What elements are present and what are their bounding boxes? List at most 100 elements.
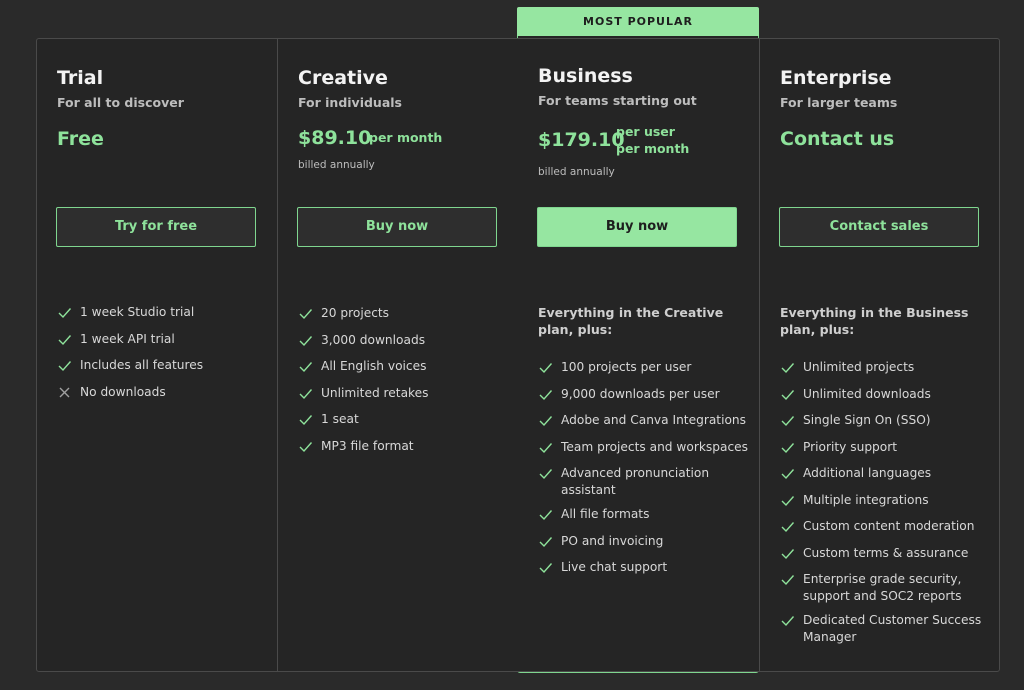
try-for-free-button[interactable]: Try for free bbox=[56, 207, 256, 247]
feature-text: Additional languages bbox=[803, 466, 932, 480]
feature-text: Custom terms & assurance bbox=[803, 545, 969, 560]
check-icon bbox=[539, 469, 553, 480]
plan-subtitle: For individuals bbox=[298, 95, 402, 110]
feature-text: Priority support bbox=[803, 439, 898, 454]
list-item: Includes all features bbox=[57, 357, 267, 374]
check-icon bbox=[299, 362, 313, 373]
list-item: Team projects and workspaces bbox=[538, 439, 748, 456]
list-item: Advanced pronunciation assistant bbox=[538, 465, 748, 499]
feature-text: Advanced pronunciation assistant bbox=[561, 466, 710, 497]
feature-text: Single Sign On (SSO) bbox=[803, 413, 931, 427]
check-icon bbox=[781, 442, 795, 453]
feature-list: 1 week Studio trial 1 week API trial Inc… bbox=[57, 304, 267, 401]
feature-text: 9,000 downloads per user bbox=[561, 386, 720, 401]
feature-text: Unlimited projects bbox=[803, 360, 915, 374]
feature-text: 1 week Studio trial bbox=[80, 305, 195, 319]
plan-name: Enterprise bbox=[780, 67, 892, 89]
feature-list: 100 projects per user 9,000 downloads pe… bbox=[538, 359, 748, 576]
plan-name: Trial bbox=[57, 67, 104, 89]
plan-price: $89.10 bbox=[298, 127, 372, 149]
feature-text: PO and invoicing bbox=[561, 533, 664, 548]
check-icon bbox=[781, 363, 795, 374]
list-item: Priority support bbox=[780, 439, 990, 456]
list-item: PO and invoicing bbox=[538, 533, 748, 550]
contact-sales-button[interactable]: Contact sales bbox=[779, 207, 979, 247]
plan-name: Creative bbox=[298, 67, 388, 89]
list-item: 9,000 downloads per user bbox=[538, 386, 748, 403]
buy-now-button[interactable]: Buy now bbox=[297, 207, 497, 247]
feature-text: No downloads bbox=[80, 384, 166, 399]
plan-subtitle: For teams starting out bbox=[538, 93, 697, 108]
feature-text: Includes all features bbox=[80, 358, 204, 372]
feature-text: 20 projects bbox=[321, 306, 390, 320]
plan-enterprise: Enterprise For larger teams Contact us C… bbox=[759, 39, 1000, 671]
check-icon bbox=[299, 335, 313, 346]
feature-list: 20 projects 3,000 downloads All English … bbox=[298, 305, 508, 455]
plan-subtitle: For larger teams bbox=[780, 95, 898, 110]
check-icon bbox=[539, 389, 553, 400]
feature-text: Custom content moderation bbox=[803, 519, 975, 533]
feature-text: Multiple integrations bbox=[803, 492, 929, 507]
billing-note: billed annually bbox=[298, 159, 375, 171]
list-item: 1 seat bbox=[298, 411, 508, 428]
period-line-1: per user bbox=[616, 124, 675, 139]
check-icon bbox=[781, 469, 795, 480]
check-icon bbox=[781, 416, 795, 427]
plan-intro: Everything in the Business plan, plus: bbox=[780, 305, 969, 337]
plan-price: $179.10 bbox=[538, 129, 625, 151]
list-item: Unlimited projects bbox=[780, 359, 990, 376]
billing-note: billed annually bbox=[538, 166, 615, 178]
feature-text: All English voices bbox=[321, 359, 427, 373]
feature-text: 1 seat bbox=[321, 412, 359, 426]
list-item: Unlimited downloads bbox=[780, 386, 990, 403]
list-item: 3,000 downloads bbox=[298, 332, 508, 349]
check-icon bbox=[58, 308, 72, 319]
plan-name: Business bbox=[538, 65, 633, 87]
pricing-table: Trial For all to discover Free Try for f… bbox=[36, 38, 1000, 672]
check-icon bbox=[539, 442, 553, 453]
check-icon bbox=[781, 548, 795, 559]
plan-period: per month bbox=[369, 130, 443, 145]
check-icon bbox=[539, 363, 553, 374]
list-item: Additional languages bbox=[780, 465, 990, 482]
list-item: 20 projects bbox=[298, 305, 508, 322]
most-popular-badge: MOST POPULAR bbox=[517, 7, 759, 36]
check-icon bbox=[58, 361, 72, 372]
feature-text: Live chat support bbox=[561, 560, 668, 574]
list-item: 100 projects per user bbox=[538, 359, 748, 376]
plan-subtitle: For all to discover bbox=[57, 95, 184, 110]
check-icon bbox=[539, 563, 553, 574]
list-item: Custom terms & assurance bbox=[780, 545, 990, 562]
check-icon bbox=[299, 441, 313, 452]
plan-period: per user per month bbox=[616, 123, 689, 157]
feature-text: Adobe and Canva Integrations bbox=[561, 413, 746, 427]
x-icon bbox=[59, 387, 70, 397]
feature-text: Unlimited retakes bbox=[321, 385, 429, 400]
plan-creative: Creative For individuals $89.10 per mont… bbox=[277, 39, 518, 671]
feature-text: Enterprise grade security, support and S… bbox=[803, 572, 962, 603]
plan-intro: Everything in the Creative plan, plus: bbox=[538, 305, 724, 337]
plan-business: Business For teams starting out $179.10 … bbox=[518, 39, 759, 671]
check-icon bbox=[781, 522, 795, 533]
check-icon bbox=[781, 389, 795, 400]
list-item: 1 week API trial bbox=[57, 331, 267, 348]
list-item: Live chat support bbox=[538, 559, 748, 576]
feature-text: MP3 file format bbox=[321, 438, 414, 453]
list-item: 1 week Studio trial bbox=[57, 304, 267, 321]
feature-text: Unlimited downloads bbox=[803, 386, 931, 401]
check-icon bbox=[58, 334, 72, 345]
plan-price: Contact us bbox=[780, 128, 895, 150]
check-icon bbox=[539, 510, 553, 521]
list-item: Multiple integrations bbox=[780, 492, 990, 509]
list-item: All file formats bbox=[538, 506, 748, 523]
check-icon bbox=[781, 575, 795, 586]
check-icon bbox=[539, 536, 553, 547]
feature-text: Team projects and workspaces bbox=[561, 439, 749, 454]
plan-price: Free bbox=[57, 128, 104, 150]
list-item: Dedicated Customer Success Manager bbox=[780, 612, 990, 646]
list-item: Unlimited retakes bbox=[298, 385, 508, 402]
buy-now-button[interactable]: Buy now bbox=[537, 207, 737, 247]
list-item: No downloads bbox=[57, 384, 267, 401]
feature-text: 3,000 downloads bbox=[321, 332, 426, 347]
list-item: Custom content moderation bbox=[780, 518, 990, 535]
